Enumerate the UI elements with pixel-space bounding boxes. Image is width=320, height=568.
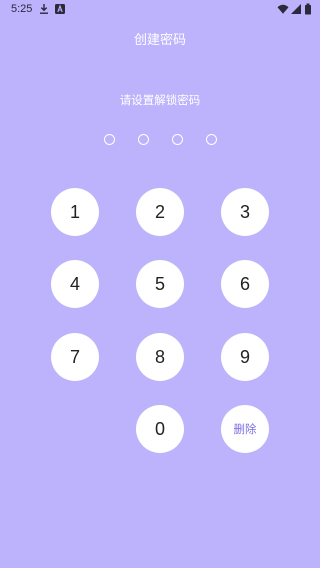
delete-button[interactable]: 删除 bbox=[221, 405, 269, 453]
pin-dot-4 bbox=[206, 134, 217, 145]
key-6[interactable]: 6 bbox=[221, 260, 269, 308]
download-icon bbox=[40, 4, 48, 14]
key-5[interactable]: 5 bbox=[136, 260, 184, 308]
key-2[interactable]: 2 bbox=[136, 188, 184, 236]
cellular-signal-icon bbox=[291, 4, 301, 14]
page-title: 创建密码 bbox=[133, 33, 186, 48]
status-bar: 5:25 bbox=[0, 0, 320, 18]
key-1[interactable]: 1 bbox=[51, 188, 99, 236]
key-7[interactable]: 7 bbox=[51, 333, 99, 381]
key-9[interactable]: 9 bbox=[221, 333, 269, 381]
status-time: 5:25 bbox=[11, 3, 33, 15]
unlock-password-prompt: 请设置解锁密码 bbox=[119, 93, 201, 107]
key-8[interactable]: 8 bbox=[136, 333, 184, 381]
pin-dot-1 bbox=[104, 134, 115, 145]
key-0[interactable]: 0 bbox=[136, 405, 184, 453]
battery-icon bbox=[305, 3, 311, 15]
key-4[interactable]: 4 bbox=[51, 260, 99, 308]
pin-dot-3 bbox=[172, 134, 183, 145]
key-3[interactable]: 3 bbox=[221, 188, 269, 236]
pin-dot-2 bbox=[138, 134, 149, 145]
keyboard-a-icon bbox=[55, 4, 65, 14]
wifi-icon bbox=[277, 4, 289, 14]
